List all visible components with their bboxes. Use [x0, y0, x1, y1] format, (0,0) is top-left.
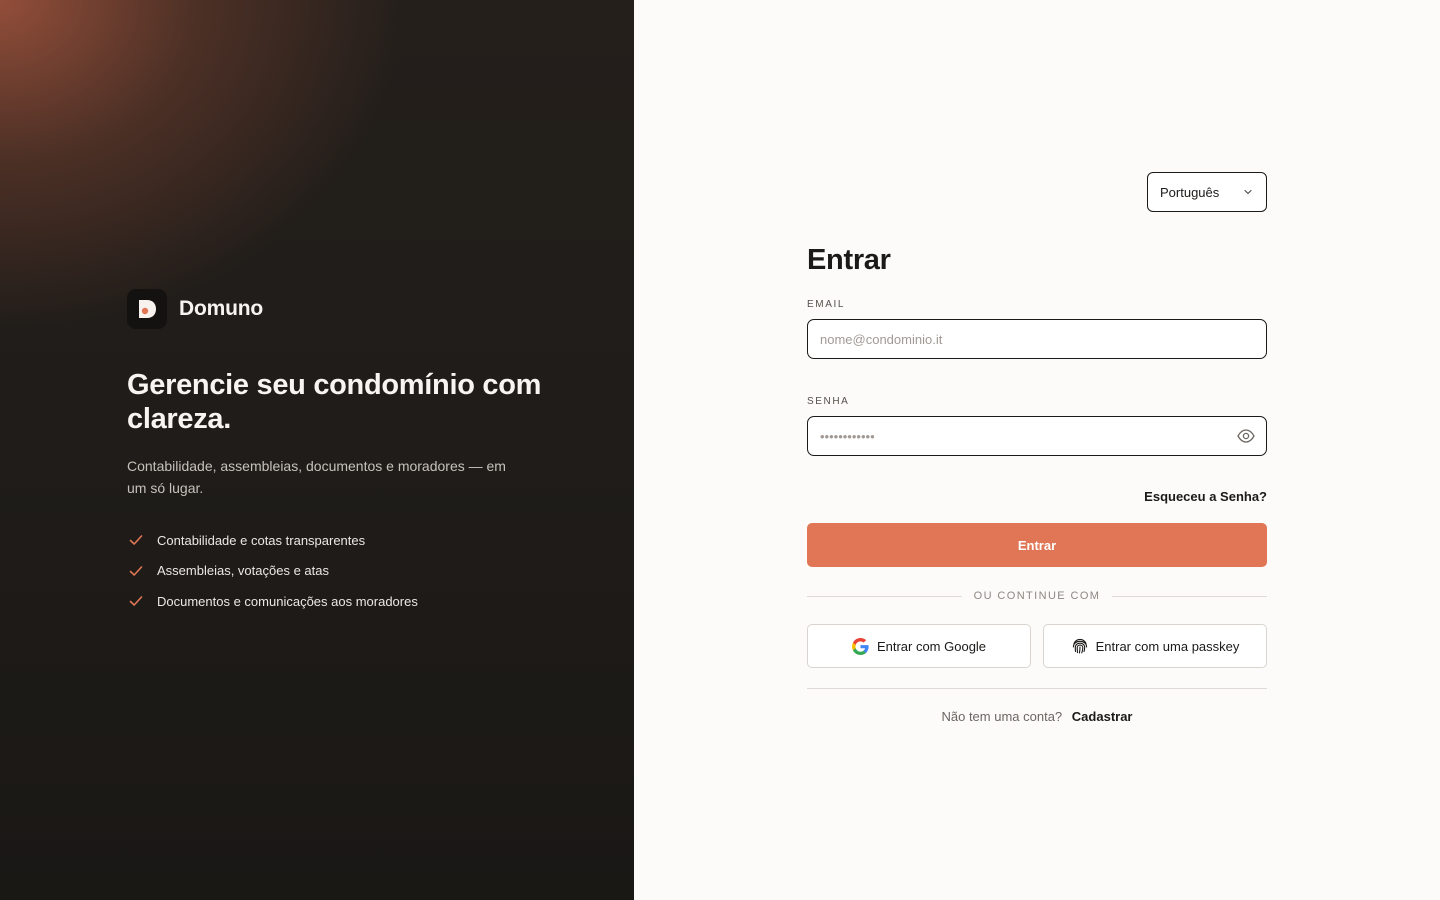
- feature-text: Contabilidade e cotas transparentes: [157, 532, 366, 548]
- check-icon: [127, 562, 145, 580]
- submit-button[interactable]: Entrar: [807, 523, 1267, 567]
- email-label: EMAIL: [807, 299, 846, 310]
- signup-row: Não tem uma conta? Cadastrar: [807, 709, 1267, 724]
- google-icon: [852, 637, 870, 655]
- brand-name: Domuno: [179, 297, 263, 320]
- hero-subline: Contabilidade, assembleias, documentos e…: [127, 458, 506, 496]
- feature-item: Contabilidade e cotas transparentes: [127, 529, 418, 551]
- fingerprint-icon: [1071, 637, 1089, 655]
- language-selected: Português: [1160, 184, 1220, 200]
- check-icon: [127, 592, 145, 610]
- brand-panel: Domuno Gerencie seu condomínio com clare…: [0, 0, 634, 900]
- feature-item: Documentos e comunicações aos moradores: [127, 590, 418, 612]
- divider-line: [807, 595, 962, 597]
- chevron-down-icon: [1242, 186, 1254, 201]
- passkey-signin-button[interactable]: Entrar com uma passkey: [1043, 624, 1267, 668]
- page-title: Entrar: [807, 244, 891, 276]
- password-label: SENHA: [807, 396, 850, 407]
- forgot-password-link[interactable]: Esqueceu a Senha?: [1144, 489, 1267, 504]
- brand-logo-icon: [127, 289, 167, 329]
- hero-headline: Gerencie seu condomínio com clareza.: [127, 369, 542, 435]
- email-field[interactable]: [807, 319, 1267, 359]
- password-field[interactable]: [807, 416, 1267, 456]
- or-divider: OU CONTINUE COM: [807, 587, 1268, 605]
- check-icon: [127, 531, 145, 549]
- brand: Domuno: [127, 289, 263, 329]
- language-select[interactable]: Português: [1147, 172, 1267, 212]
- feature-list: Contabilidade e cotas transparentes Asse…: [127, 529, 418, 621]
- google-signin-button[interactable]: Entrar com Google: [807, 624, 1031, 668]
- no-account-text: Não tem uma conta?: [941, 709, 1063, 724]
- feature-item: Assembleias, votações e atas: [127, 560, 418, 582]
- divider-line: [1112, 595, 1268, 597]
- google-signin-label: Entrar com Google: [876, 638, 987, 654]
- footer-divider: [807, 688, 1267, 689]
- feature-text: Documentos e comunicações aos moradores: [157, 593, 418, 609]
- divider-text: OU CONTINUE COM: [973, 590, 1101, 602]
- feature-text: Assembleias, votações e atas: [157, 563, 329, 578]
- signup-link[interactable]: Cadastrar: [1072, 709, 1133, 724]
- eye-icon[interactable]: [1236, 427, 1256, 445]
- passkey-signin-label: Entrar com uma passkey: [1095, 638, 1240, 654]
